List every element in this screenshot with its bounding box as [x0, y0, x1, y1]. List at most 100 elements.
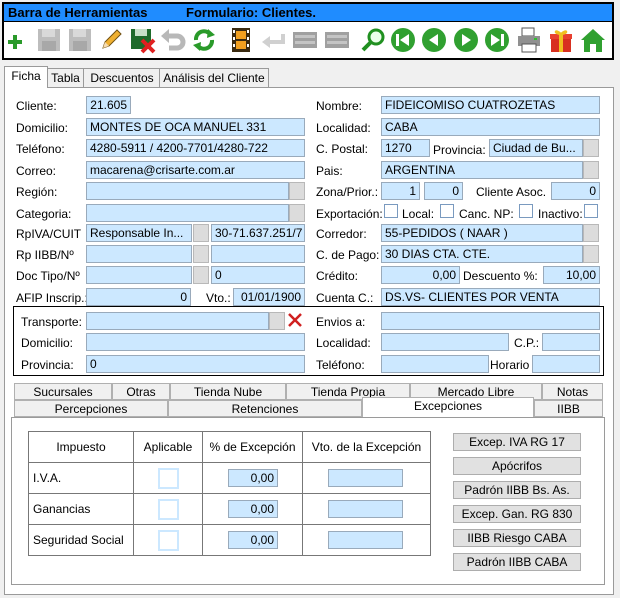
doc-num-field[interactable]: 0	[211, 266, 305, 284]
tab-percepciones[interactable]: Percepciones	[14, 400, 168, 417]
iibb-riesgo-caba-button[interactable]: IIBB Riesgo CABA	[453, 529, 581, 547]
blank-icon[interactable]	[290, 25, 320, 55]
rpiva-field[interactable]: Responsable In...	[86, 224, 192, 242]
corredor-dropdown-button[interactable]	[583, 224, 599, 242]
domicilio-field[interactable]: MONTES DE OCA MANUEL 331	[86, 118, 305, 136]
cpago-field[interactable]: 30 DIAS CTA. CTE.	[381, 245, 583, 263]
pct-field[interactable]: 0,00	[228, 469, 278, 487]
corredor-field[interactable]: 55-PEDIDOS ( NAAR )	[381, 224, 583, 242]
edit-icon[interactable]	[96, 25, 126, 55]
nombre-field[interactable]: FIDEICOMISO CUATROZETAS	[381, 96, 600, 114]
aplicable-checkbox[interactable]	[157, 529, 179, 551]
tab-tienda-nube[interactable]: Tienda Nube	[170, 383, 286, 400]
canc-np-checkbox[interactable]	[519, 204, 533, 218]
film-icon[interactable]	[226, 25, 256, 55]
next-icon[interactable]	[451, 25, 481, 55]
aplicable-checkbox[interactable]	[157, 467, 179, 489]
transporte-dropdown-button[interactable]	[269, 312, 285, 330]
vto-excepcion-field[interactable]	[328, 500, 403, 518]
pais-dropdown-button[interactable]	[583, 161, 599, 179]
provincia-dropdown-button[interactable]	[583, 139, 599, 157]
exportacion-checkbox[interactable]	[384, 204, 398, 218]
home-icon[interactable]	[578, 25, 608, 55]
transporte-localidad-field[interactable]	[381, 333, 509, 351]
cpostal-field[interactable]: 1270	[381, 139, 430, 157]
telefono-field[interactable]: 4280-5911 / 4200-7701/4280-722	[86, 139, 305, 157]
undo-icon[interactable]	[158, 25, 188, 55]
correo-field[interactable]: macarena@crisarte.com.ar	[86, 161, 305, 179]
previous-icon[interactable]	[419, 25, 449, 55]
envios-field[interactable]	[381, 312, 600, 330]
region-field[interactable]	[86, 182, 289, 200]
tab-descuentos[interactable]: Descuentos	[83, 68, 161, 88]
transporte-provincia-field[interactable]: 0	[86, 355, 305, 373]
provincia-field[interactable]: Ciudad de Bu...	[489, 139, 583, 157]
pct-field[interactable]: 0,00	[228, 531, 278, 549]
categoria-field[interactable]	[86, 204, 289, 222]
doc-tipo-field[interactable]	[86, 266, 192, 284]
tab-tabla[interactable]: Tabla	[46, 68, 85, 88]
cuit-field[interactable]: 30-71.637.251/7	[211, 224, 305, 242]
search-icon[interactable]	[359, 25, 389, 55]
rp-iibb-field[interactable]	[86, 245, 192, 263]
excep-iva-rg17-button[interactable]: Excep. IVA RG 17	[453, 433, 581, 451]
tab-retenciones[interactable]: Retenciones	[168, 400, 362, 417]
region-dropdown-button[interactable]	[289, 182, 305, 200]
rpiva-dropdown-button[interactable]	[193, 224, 209, 242]
credito-field[interactable]: 0,00	[381, 266, 460, 284]
cliente-asoc-field[interactable]: 0	[551, 182, 600, 200]
tab-sucursales[interactable]: Sucursales	[14, 383, 112, 400]
tab-iibb[interactable]: IIBB	[534, 400, 603, 417]
localidad-label: Localidad:	[316, 121, 371, 135]
gift-icon[interactable]	[546, 25, 576, 55]
cp-field[interactable]	[542, 333, 600, 351]
transporte-field[interactable]	[86, 312, 269, 330]
transporte-domicilio-field[interactable]	[86, 333, 305, 351]
save-as-disabled-icon[interactable]	[65, 25, 95, 55]
tab-notas[interactable]: Notas	[542, 383, 603, 400]
refresh-icon[interactable]	[189, 25, 219, 55]
pais-field[interactable]: ARGENTINA	[381, 161, 583, 179]
delete-save-icon[interactable]	[127, 25, 157, 55]
afip-field[interactable]: 0	[86, 288, 191, 306]
vto-excepcion-field[interactable]	[328, 469, 403, 487]
add-icon[interactable]	[3, 25, 33, 55]
back-arrow-icon[interactable]	[258, 25, 288, 55]
prior-field[interactable]: 0	[424, 182, 463, 200]
last-icon[interactable]	[482, 25, 512, 55]
first-icon[interactable]	[388, 25, 418, 55]
local-checkbox[interactable]	[440, 204, 454, 218]
aplicable-checkbox[interactable]	[157, 498, 179, 520]
vto-excepcion-field[interactable]	[328, 531, 403, 549]
rp-iibb-dropdown-button[interactable]	[193, 245, 209, 263]
blank-icon[interactable]	[322, 25, 352, 55]
iibb-number-field[interactable]	[211, 245, 305, 263]
descuento-field[interactable]: 10,00	[543, 266, 600, 284]
apocrifos-button[interactable]: Apócrifos	[453, 457, 581, 475]
vto-field[interactable]: 01/01/1900	[233, 288, 305, 306]
inactivo-checkbox[interactable]	[584, 204, 598, 218]
save-disabled-icon[interactable]	[34, 25, 64, 55]
tab-ficha[interactable]: Ficha	[4, 66, 48, 88]
excep-gan-rg830-button[interactable]: Excep. Gan. RG 830	[453, 505, 581, 523]
horario-field[interactable]	[532, 355, 600, 373]
pais-label: Pais:	[316, 164, 343, 178]
cpago-dropdown-button[interactable]	[583, 245, 599, 263]
pct-field[interactable]: 0,00	[228, 500, 278, 518]
clear-transporte-icon[interactable]	[286, 311, 304, 329]
localidad-field[interactable]: CABA	[381, 118, 600, 136]
padron-iibb-bsas-button[interactable]: Padrón IIBB Bs. As.	[453, 481, 581, 499]
tab-excepciones[interactable]: Excepciones	[362, 397, 534, 418]
cliente-field[interactable]: 21.605	[86, 96, 131, 114]
cuenta-field[interactable]: DS.VS- CLIENTES POR VENTA	[381, 288, 600, 306]
tab-otras[interactable]: Otras	[112, 383, 170, 400]
transporte-telefono-field[interactable]	[381, 355, 489, 373]
printer-icon[interactable]	[514, 25, 544, 55]
provincia-label: Provincia:	[433, 143, 486, 157]
local-label: Local:	[402, 207, 435, 221]
zona-field[interactable]: 1	[381, 182, 420, 200]
tab-analisis-cliente[interactable]: Análisis del Cliente	[159, 68, 269, 88]
doc-tipo-dropdown-button[interactable]	[193, 266, 209, 284]
categoria-dropdown-button[interactable]	[289, 204, 305, 222]
padron-iibb-caba-button[interactable]: Padrón IIBB CABA	[453, 553, 581, 571]
